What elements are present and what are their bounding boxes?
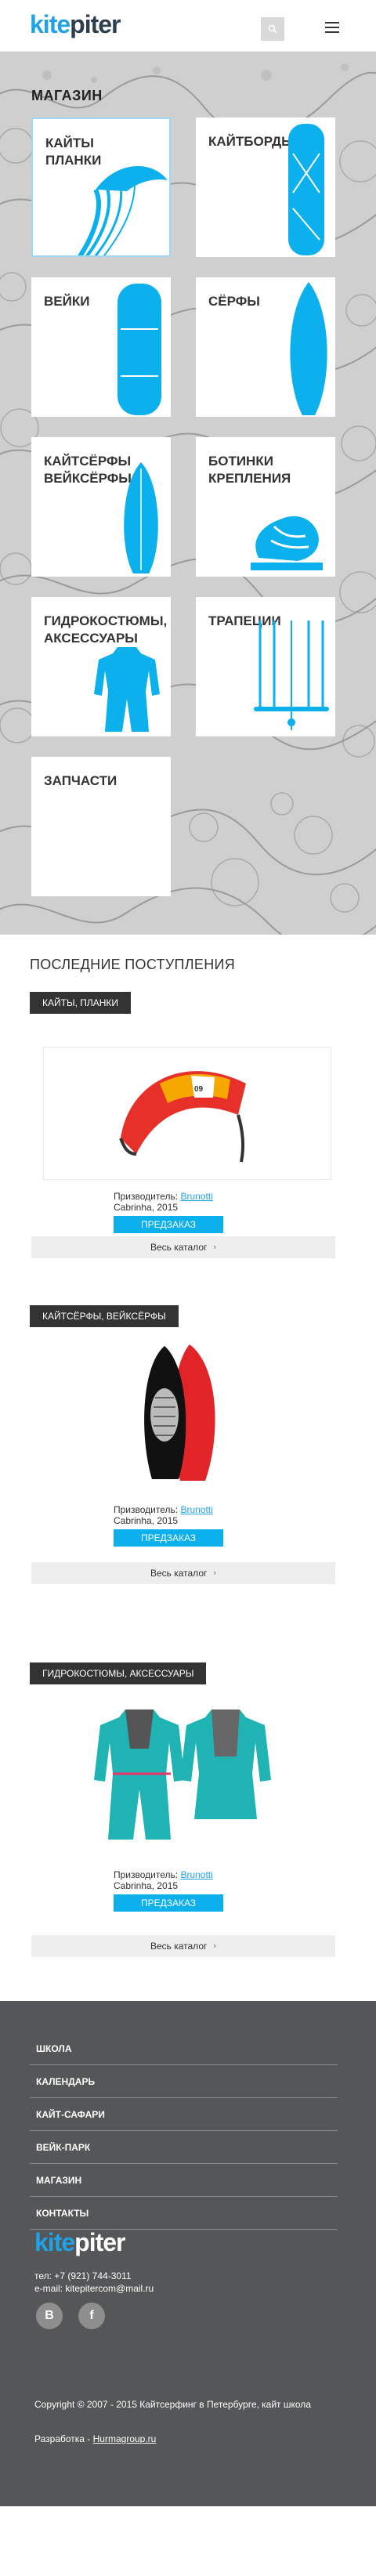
category-tag[interactable]: КАЙТСЁРФЫ, ВЕЙКСЁРФЫ [30,1305,179,1327]
footer-nav-item[interactable]: КАЛЕНДАРЬ [30,2065,338,2098]
footer-phone: тел: +7 (921) 744-3011 [34,2270,132,2281]
product-frame[interactable] [0,1338,376,1487]
site-logo[interactable]: kite piter [30,10,121,39]
facebook-icon[interactable]: f [78,2303,105,2329]
chevron-right-icon: › [213,1243,217,1252]
maker-link[interactable]: Brunotti [180,1191,212,1202]
maker-line: Призводитель: Brunotti [114,1191,270,1202]
latest-title: ПОСЛЕДНИЕ ПОСТУПЛЕНИЯ [30,957,236,972]
maker-line: Призводитель: Brunotti [114,1869,270,1880]
product-frame[interactable] [0,1695,376,1846]
kitesurf-product-image [144,1344,215,1481]
kiteboard-icon [288,124,324,255]
tile-kites[interactable]: КАЙТЫ ПЛАНКИ [31,118,171,257]
developer-credit: Разработка - Hurmagroup.ru [34,2433,156,2444]
tile-label: ГИДРОКОСТЮМЫ, АКСЕССУАРЫ [44,613,168,646]
catalog-label: Весь каталог [150,1568,208,1579]
search-button[interactable] [261,17,284,41]
tile-label: СЁРФЫ [208,294,260,309]
maker-link[interactable]: Brunotti [180,1869,212,1880]
product-frame[interactable]: 09 [43,1047,331,1180]
tile-spare-parts[interactable]: ЗАПЧАСТИ [31,757,171,896]
preorder-button[interactable]: ПРЕДЗАКАЗ [114,1216,223,1233]
harness-bar-icon [254,620,329,730]
kitesurf-icon [124,462,158,573]
tile-surfs[interactable]: СЁРФЫ [196,277,335,417]
footer-nav-item[interactable]: ВЕЙК-ПАРК [30,2131,338,2164]
search-icon [268,24,277,34]
copyright-text: Copyright © 2007 - 2015 Кайтсерфинг в Пе… [34,2399,311,2410]
logo-piter: piter [74,2228,125,2256]
kite-icon [78,165,168,255]
maker-line: Призводитель: Brunotti [114,1504,270,1515]
footer-nav-item[interactable]: ШКОЛА [30,2032,338,2065]
latest-block-kites: КАЙТЫ, ПЛАНКИ 09 Призводитель: Brunotti … [0,973,376,1271]
footer-nav-item[interactable]: КАЙТ-САФАРИ [30,2098,338,2131]
tile-kitesurfs[interactable]: КАЙТСЁРФЫ ВЕЙКСЁРФЫ [31,437,171,577]
maker-label: Призводитель: [114,1504,179,1515]
footer-nav-item[interactable]: КОНТАКТЫ [30,2197,338,2230]
catalog-link[interactable]: Весь каталог › [31,1562,335,1584]
site-footer: ШКОЛА КАЛЕНДАРЬ КАЙТ-САФАРИ ВЕЙК-ПАРК МА… [0,2001,376,2506]
footer-logo[interactable]: kitepiter [34,2228,125,2257]
site-header: kite piter [0,0,376,52]
binding-icon [251,516,323,570]
latest-section: ПОСЛЕДНИЕ ПОСТУПЛЕНИЯ КАЙТЫ, ПЛАНКИ 09 П… [0,957,376,2001]
category-tag[interactable]: КАЙТЫ, ПЛАНКИ [30,992,132,1014]
tile-label: БОТИНКИ КРЕПЛЕНИЯ [208,454,291,486]
shop-section: МАГАЗИН КАЙТЫ ПЛАНКИ КАЙТБОРДЫ ВЕЙКИ СЁР… [0,52,376,935]
tile-wakeboards[interactable]: ВЕЙКИ [31,277,171,417]
wakeboard-icon [118,284,161,415]
product-info: Призводитель: Brunotti Cabrinha, 2015 ПР… [114,1191,270,1233]
tile-label: ЗАПЧАСТИ [44,773,118,788]
wetsuit-product-image [94,1709,271,1840]
dev-label: Разработка - [34,2433,91,2444]
vk-icon[interactable]: В [36,2303,63,2329]
wetsuit-icon [94,647,160,732]
maker-label: Призводитель: [114,1191,179,1202]
chevron-right-icon: › [213,1941,217,1951]
logo-kite: kite [34,2228,75,2256]
footer-nav: ШКОЛА КАЛЕНДАРЬ КАЙТ-САФАРИ ВЕЙК-ПАРК МА… [30,2032,338,2230]
catalog-label: Весь каталог [150,1242,208,1253]
catalog-link[interactable]: Весь каталог › [31,1935,335,1957]
product-year: Cabrinha, 2015 [114,1202,179,1213]
chevron-right-icon: › [213,1568,217,1578]
kite-product-image: 09 [119,1071,246,1163]
logo-kite: kite [30,10,70,38]
dev-link[interactable]: Hurmagroup.ru [93,2433,157,2444]
product-info: Призводитель: Brunotti Cabrinha, 2015 ПР… [114,1504,270,1547]
preorder-button[interactable]: ПРЕДЗАКАЗ [114,1529,223,1547]
tile-kiteboards[interactable]: КАЙТБОРДЫ [196,118,335,257]
footer-nav-item[interactable]: МАГАЗИН [30,2164,338,2197]
tile-bindings[interactable]: БОТИНКИ КРЕПЛЕНИЯ [196,437,335,577]
product-year: Cabrinha, 2015 [114,1880,179,1891]
hamburger-icon[interactable] [325,22,339,33]
latest-block-kitesurfs: КАЙТСЁРФЫ, ВЕЙКСЁРФЫ Призводитель: Bruno… [0,1271,376,1628]
product-info: Призводитель: Brunotti Cabrinha, 2015 ПР… [114,1869,270,1912]
surfboard-icon [290,282,327,415]
footer-email[interactable]: e-mail: kitepitercom@mail.ru [34,2283,154,2294]
catalog-label: Весь каталог [150,1941,208,1952]
maker-link[interactable]: Brunotti [180,1504,212,1515]
tile-wetsuits[interactable]: ГИДРОКОСТЮМЫ, АКСЕССУАРЫ [31,597,171,736]
maker-label: Призводитель: [114,1869,179,1880]
product-year: Cabrinha, 2015 [114,1515,179,1526]
shop-title: МАГАЗИН [31,88,103,103]
catalog-link[interactable]: Весь каталог › [31,1236,335,1258]
category-tag[interactable]: ГИДРОКОСТЮМЫ, АКСЕССУАРЫ [30,1662,207,1684]
preorder-button[interactable]: ПРЕДЗАКАЗ [114,1894,223,1912]
latest-block-wetsuits: ГИДРОКОСТЮМЫ, АКСЕССУАРЫ Призводитель: B… [0,1628,376,2001]
svg-text:09: 09 [194,1085,204,1094]
logo-piter: piter [70,10,121,38]
tile-harness[interactable]: ТРАПЕЦИИ [196,597,335,736]
